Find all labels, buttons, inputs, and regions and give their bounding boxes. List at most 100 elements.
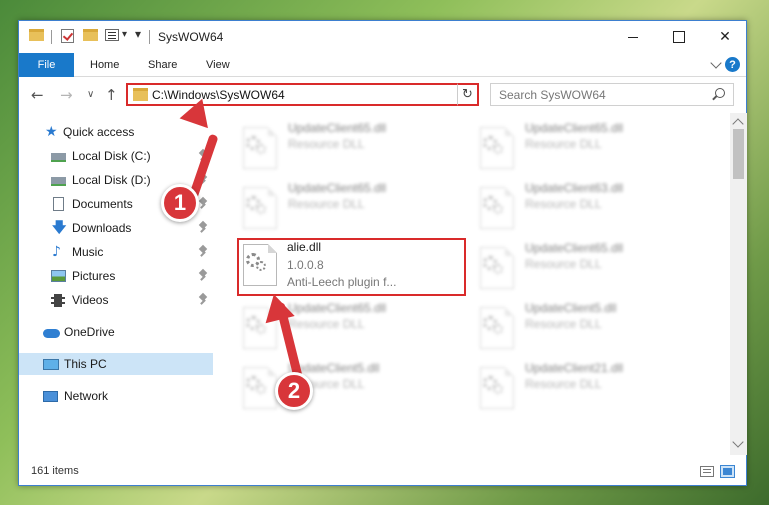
pin-icon[interactable]: [199, 270, 207, 281]
sidebar-item-label: This PC: [64, 357, 107, 371]
scroll-down-icon[interactable]: [732, 436, 744, 448]
sidebar-item-local-disk-c[interactable]: Local Disk (C:): [19, 145, 213, 167]
tab-file[interactable]: File: [19, 53, 74, 77]
file-name: UpdateClient65.dll: [288, 121, 387, 135]
gear-icon: [493, 324, 503, 334]
video-icon: [51, 293, 65, 307]
file-item[interactable]: UpdateClient21.dll Resource DLL: [474, 359, 694, 411]
sidebar-item-music[interactable]: ♪ Music: [19, 241, 213, 263]
up-button[interactable]: ↑: [105, 86, 118, 104]
sidebar-item-network[interactable]: Network: [19, 385, 213, 407]
sidebar-item-label: Local Disk (D:): [72, 173, 151, 187]
tab-home[interactable]: Home: [90, 53, 119, 77]
sidebar-item-label: Local Disk (C:): [72, 149, 151, 163]
navigation-bar: ← → ∨ ↑ C:\Windows\SysWOW64 ↻ Search Sys…: [19, 78, 746, 112]
search-placeholder: Search SysWOW64: [499, 88, 606, 102]
details-view-icon[interactable]: [700, 466, 714, 477]
expand-ribbon-icon[interactable]: [710, 57, 722, 69]
gear-icon: [256, 324, 266, 334]
sidebar-item-videos[interactable]: Videos: [19, 289, 213, 311]
scroll-thumb[interactable]: [733, 129, 744, 179]
file-description: Resource DLL: [525, 137, 602, 151]
divider: [51, 30, 52, 44]
dropdown-icon[interactable]: ▾: [122, 29, 127, 40]
disk-icon: [51, 153, 66, 162]
sidebar-item-label: Quick access: [63, 125, 135, 139]
refresh-button[interactable]: ↻: [457, 83, 479, 106]
file-item[interactable]: UpdateClient65.dll Resource DLL: [237, 119, 457, 171]
pin-icon[interactable]: [199, 222, 207, 233]
divider: [149, 30, 150, 44]
explorer-window: ▾ ▾ SysWOW64 File Home Share View ? ← → …: [18, 20, 747, 486]
minimize-button[interactable]: [610, 21, 656, 53]
file-name: UpdateClient65.dll: [525, 121, 624, 135]
customize-toolbar-icon[interactable]: ▾: [135, 27, 141, 41]
file-description: Resource DLL: [288, 317, 365, 331]
maximize-button[interactable]: [656, 21, 702, 53]
file-item[interactable]: UpdateClient65.dll Resource DLL: [237, 179, 457, 231]
sidebar-item-label: Videos: [72, 293, 109, 307]
sidebar-item-label: OneDrive: [64, 325, 115, 339]
sidebar-item-label: Network: [64, 389, 109, 403]
sidebar-item-label: Documents: [72, 197, 133, 211]
search-icon[interactable]: [715, 88, 725, 98]
sidebar-item-quick-access[interactable]: ★ Quick access: [19, 121, 213, 143]
file-description: Resource DLL: [288, 137, 365, 151]
gear-icon: [256, 384, 266, 394]
properties-icon[interactable]: [105, 29, 119, 41]
forward-button[interactable]: →: [60, 86, 73, 104]
properties-check-icon[interactable]: [61, 29, 74, 43]
file-description: Anti-Leech plugin f...: [287, 275, 397, 289]
file-item[interactable]: UpdateClient5.dll Resource DLL: [237, 359, 457, 411]
sidebar-item-label: Pictures: [72, 269, 116, 283]
large-icons-view-icon[interactable]: [720, 465, 735, 478]
step-2-badge: 2: [275, 372, 313, 410]
step-1-badge: 1: [161, 184, 199, 222]
file-description: Resource DLL: [525, 317, 602, 331]
file-item-alie-dll[interactable]: alie.dll 1.0.0.8 Anti-Leech plugin f...: [237, 238, 466, 296]
new-folder-icon[interactable]: [83, 29, 98, 41]
file-description: Resource DLL: [525, 197, 602, 211]
file-name: UpdateClient65.dll: [525, 241, 624, 255]
disk-icon: [51, 177, 66, 186]
address-bar[interactable]: C:\Windows\SysWOW64: [126, 83, 476, 106]
address-path[interactable]: C:\Windows\SysWOW64: [152, 88, 285, 102]
pin-icon[interactable]: [199, 246, 207, 257]
download-icon: 🡇: [52, 219, 67, 236]
sidebar-item-this-pc[interactable]: This PC: [19, 353, 213, 375]
sidebar-item-label: Downloads: [72, 221, 132, 235]
tab-share[interactable]: Share: [148, 53, 177, 77]
file-description: Resource DLL: [525, 377, 602, 391]
gear-icon: [493, 144, 503, 154]
picture-icon: [51, 270, 66, 282]
file-item[interactable]: UpdateClient5.dll Resource DLL: [474, 299, 694, 351]
network-icon: [43, 390, 58, 402]
file-item[interactable]: UpdateClient63.dll Resource DLL: [474, 179, 694, 231]
file-name: alie.dll: [287, 240, 322, 254]
file-item[interactable]: UpdateClient65.dll Resource DLL: [474, 239, 694, 291]
gear-icon: [256, 204, 266, 214]
folder-icon: [29, 29, 44, 41]
file-name: UpdateClient63.dll: [525, 181, 624, 195]
sidebar-item-pictures[interactable]: Pictures: [19, 265, 213, 287]
pin-icon[interactable]: [199, 198, 207, 209]
search-input[interactable]: Search SysWOW64: [490, 83, 734, 106]
vertical-scrollbar[interactable]: [730, 113, 747, 455]
gear-icon: [493, 384, 503, 394]
file-name: UpdateClient65.dll: [288, 301, 387, 315]
ribbon-tabs: File Home Share View ?: [19, 53, 746, 77]
pin-icon[interactable]: [199, 294, 207, 305]
close-button[interactable]: [702, 21, 748, 53]
tab-view[interactable]: View: [206, 53, 230, 77]
file-item[interactable]: UpdateClient65.dll Resource DLL: [474, 119, 694, 171]
file-name: UpdateClient65.dll: [288, 181, 387, 195]
sidebar-item-onedrive[interactable]: OneDrive: [19, 321, 213, 343]
back-button[interactable]: ←: [31, 86, 44, 104]
scroll-up-icon[interactable]: [732, 118, 744, 130]
help-icon[interactable]: ?: [725, 57, 740, 72]
file-description: Resource DLL: [288, 197, 365, 211]
window-title: SysWOW64: [158, 30, 224, 44]
document-icon: [53, 197, 64, 211]
music-icon: ♪: [52, 243, 61, 260]
recent-locations-button[interactable]: ∨: [87, 89, 94, 100]
